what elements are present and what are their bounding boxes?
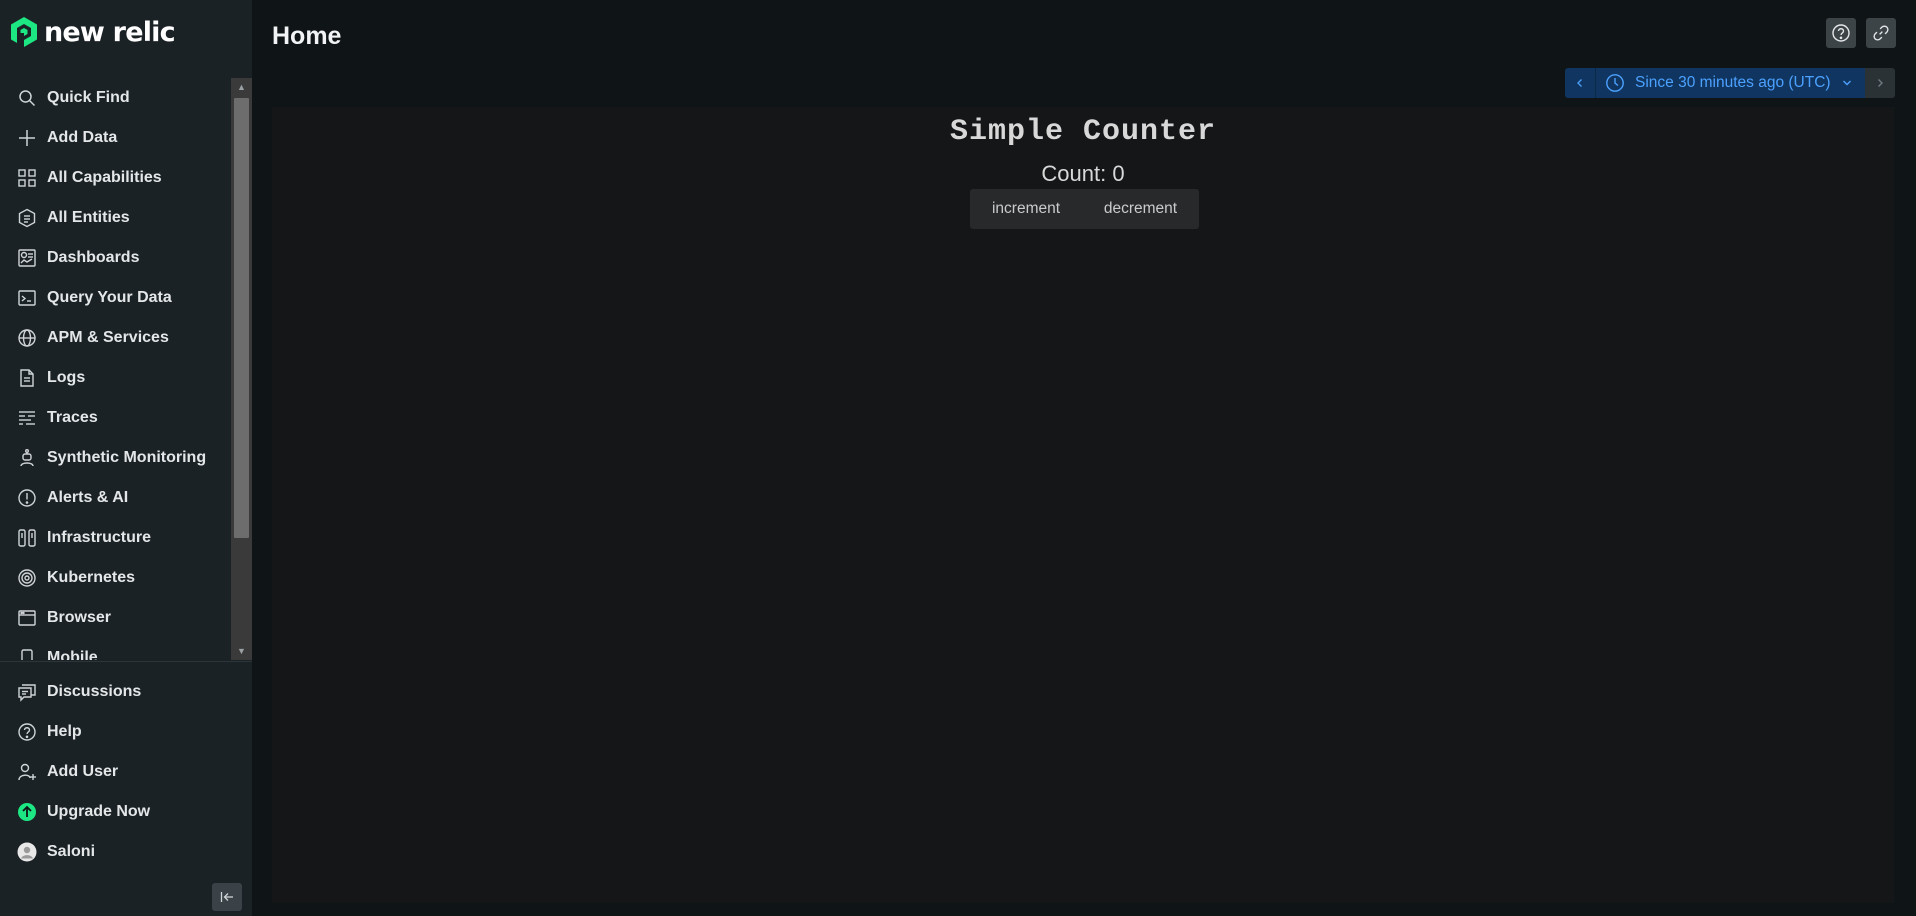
infrastructure-icon bbox=[16, 527, 38, 549]
nav-item-label: Dashboards bbox=[47, 249, 140, 266]
time-prev-button[interactable] bbox=[1565, 68, 1595, 98]
main-area: Home Since 30 minutes ago (UTC) Simple C… bbox=[252, 0, 1916, 916]
nav-item-label: Synthetic Monitoring bbox=[47, 449, 207, 466]
avatar-icon bbox=[16, 841, 38, 863]
globe-icon bbox=[16, 327, 38, 349]
counter-button-group: increment decrement bbox=[970, 189, 1199, 229]
grid-icon bbox=[16, 167, 38, 189]
nav-item-label: Kubernetes bbox=[47, 569, 136, 586]
nav-item-label: Quick Find bbox=[47, 89, 130, 106]
nav-item-label: Help bbox=[47, 723, 82, 740]
nav-item-all-capabilities[interactable]: All Capabilities bbox=[0, 158, 230, 198]
nav-item-infrastructure[interactable]: Infrastructure bbox=[0, 518, 230, 558]
nav-item-label: Discussions bbox=[47, 683, 142, 700]
help-icon bbox=[16, 721, 38, 743]
scroll-down-arrow-icon[interactable]: ▼ bbox=[231, 642, 252, 660]
time-next-button[interactable] bbox=[1865, 68, 1895, 98]
nav-item-logs[interactable]: Logs bbox=[0, 358, 230, 398]
nav-item-all-entities[interactable]: All Entities bbox=[0, 198, 230, 238]
nav-item-help[interactable]: Help bbox=[0, 712, 252, 752]
mobile-icon bbox=[16, 647, 38, 660]
add-user-icon bbox=[16, 761, 38, 783]
decrement-button[interactable]: decrement bbox=[1082, 189, 1199, 229]
nav-item-label: Upgrade Now bbox=[47, 803, 151, 820]
discussions-icon bbox=[16, 681, 38, 703]
nav-item-quick-find[interactable]: Quick Find bbox=[0, 78, 230, 118]
nav-item-traces[interactable]: Traces bbox=[0, 398, 230, 438]
hexagon-list-icon bbox=[16, 207, 38, 229]
chevron-left-icon bbox=[1577, 79, 1582, 87]
new-relic-logo[interactable]: new relic bbox=[10, 14, 176, 50]
document-icon bbox=[16, 367, 38, 389]
traces-icon bbox=[16, 407, 38, 429]
chevron-right-icon bbox=[1878, 79, 1883, 87]
upgrade-icon bbox=[16, 801, 38, 823]
nav-item-label: Add Data bbox=[47, 129, 118, 146]
brand-name: new relic bbox=[44, 16, 176, 48]
nav-item-user-saloni[interactable]: Saloni bbox=[0, 832, 252, 872]
nav-item-label: Logs bbox=[47, 369, 86, 386]
nav-item-label: Add User bbox=[47, 763, 119, 780]
nav-item-label: Saloni bbox=[47, 843, 96, 860]
dashboard-icon bbox=[16, 247, 38, 269]
time-picker: Since 30 minutes ago (UTC) bbox=[1565, 68, 1895, 98]
nav-item-discussions[interactable]: Discussions bbox=[0, 672, 252, 712]
clock-icon bbox=[1606, 74, 1624, 92]
nav-item-synthetic-monitoring[interactable]: Synthetic Monitoring bbox=[0, 438, 230, 478]
kubernetes-icon bbox=[16, 567, 38, 589]
nav-item-add-data[interactable]: Add Data bbox=[0, 118, 230, 158]
nav-item-mobile[interactable]: Mobile bbox=[0, 638, 230, 660]
link-icon bbox=[1873, 25, 1889, 41]
nav-item-label: Mobile bbox=[47, 649, 98, 660]
nav-item-browser[interactable]: Browser bbox=[0, 598, 230, 638]
counter-title: Simple Counter bbox=[949, 115, 1217, 149]
nav-item-label: Alerts & AI bbox=[47, 489, 129, 506]
nav-item-label: Infrastructure bbox=[47, 529, 152, 546]
nav-item-label: APM & Services bbox=[47, 329, 169, 346]
collapse-left-icon bbox=[220, 892, 233, 902]
nav-item-add-user[interactable]: Add User bbox=[0, 752, 252, 792]
plus-icon bbox=[16, 127, 38, 149]
chevron-down-icon bbox=[1842, 80, 1851, 86]
nav-item-apm-services[interactable]: APM & Services bbox=[0, 318, 230, 358]
nav-item-label: All Entities bbox=[47, 209, 130, 226]
collapse-sidebar-button[interactable] bbox=[212, 883, 242, 911]
nav-item-query-your-data[interactable]: Query Your Data bbox=[0, 278, 230, 318]
browser-icon bbox=[16, 607, 38, 629]
counter-count: Count: 0 bbox=[1041, 161, 1125, 186]
nav-item-upgrade-now[interactable]: Upgrade Now bbox=[0, 792, 252, 832]
new-relic-logo-icon bbox=[11, 17, 37, 47]
search-icon bbox=[16, 87, 38, 109]
nav-divider bbox=[0, 661, 252, 662]
nav-item-label: Browser bbox=[47, 609, 112, 626]
page-title: Home bbox=[272, 22, 342, 50]
help-button[interactable] bbox=[1826, 18, 1856, 48]
nav-scroll-area: Quick Find Add Data All Capabilities All… bbox=[0, 78, 252, 660]
app-content-panel: Simple Counter Count: 0 increment decrem… bbox=[272, 107, 1894, 903]
terminal-icon bbox=[16, 287, 38, 309]
sidebar: new relic Quick Find Add Data All Capabi… bbox=[0, 0, 252, 916]
nav-item-alerts-ai[interactable]: Alerts & AI bbox=[0, 478, 230, 518]
nav-item-label: All Capabilities bbox=[47, 169, 162, 186]
sidebar-scrollbar[interactable]: ▲ ▼ bbox=[231, 78, 252, 660]
time-range-selector[interactable]: Since 30 minutes ago (UTC) bbox=[1595, 68, 1865, 98]
alert-icon bbox=[16, 487, 38, 509]
increment-button[interactable]: increment bbox=[970, 189, 1082, 229]
scroll-up-arrow-icon[interactable]: ▲ bbox=[231, 78, 252, 96]
time-range-label: Since 30 minutes ago (UTC) bbox=[1635, 74, 1831, 91]
question-circle-icon bbox=[1832, 24, 1850, 42]
nav-bottom-list: Discussions Help Add User Upgrade Now Sa… bbox=[0, 672, 252, 872]
copy-link-button[interactable] bbox=[1866, 18, 1896, 48]
nav-item-kubernetes[interactable]: Kubernetes bbox=[0, 558, 230, 598]
robot-icon bbox=[16, 447, 38, 469]
nav-item-label: Query Your Data bbox=[47, 289, 172, 306]
nav-list: Quick Find Add Data All Capabilities All… bbox=[0, 78, 230, 660]
nav-item-label: Traces bbox=[47, 409, 98, 426]
scrollbar-thumb[interactable] bbox=[234, 98, 249, 538]
nav-item-dashboards[interactable]: Dashboards bbox=[0, 238, 230, 278]
